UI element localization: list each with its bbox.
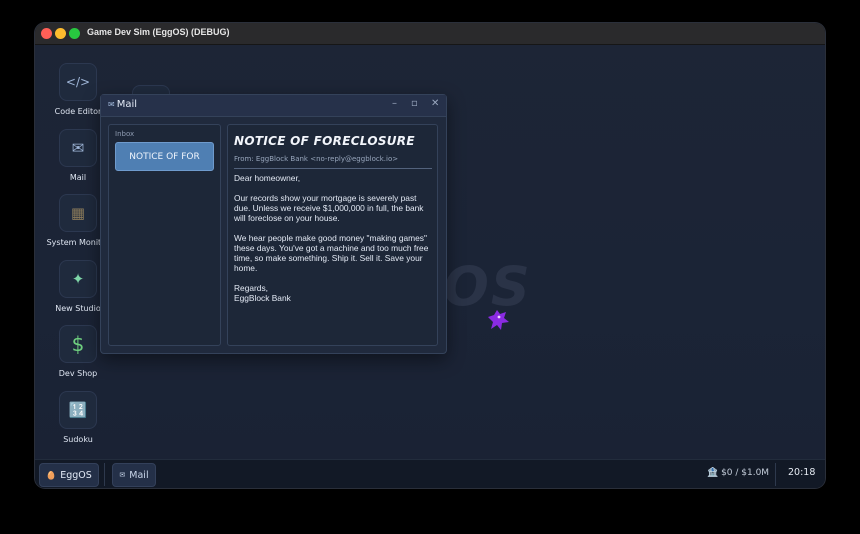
title-bar: Game Dev Sim (EggOS) (DEBUG) <box>35 23 825 45</box>
mail-window-title: ✉ Mail <box>108 99 137 110</box>
egg-icon: 🥚 <box>46 470 57 480</box>
purple-egg-creature-icon <box>488 310 509 330</box>
start-button[interactable]: 🥚 EggOS <box>39 463 99 487</box>
money-status: 🏦 $0 / $1.0M <box>707 468 770 478</box>
minimize-window-button[interactable] <box>55 28 66 39</box>
inbox-pane: Inbox NOTICE OF FOR <box>108 124 221 346</box>
message-paragraph: Our records show your mortgage is severe… <box>234 193 424 223</box>
mail-title-text: Mail <box>116 99 138 110</box>
start-label: EggOS <box>60 469 92 481</box>
envelope-icon: ✉ <box>59 129 97 167</box>
code-icon: </> <box>59 63 97 101</box>
divider <box>234 168 432 169</box>
message-greeting: Dear homeowner, <box>234 173 301 183</box>
envelope-icon: ✉ <box>119 471 126 479</box>
sparkle-icon: ✦ <box>59 260 97 298</box>
maximize-icon[interactable]: ▫ <box>411 98 418 109</box>
taskbar-app-label: Mail <box>129 469 149 481</box>
message-from: From: EggBlock Bank <no-reply@eggblock.i… <box>234 155 399 163</box>
dollar-icon: $ <box>59 325 97 363</box>
envelope-icon: ✉ <box>108 100 115 109</box>
taskbar: 🥚 EggOS ✉ Mail 🏦 $0 / $1.0M 20:18 <box>35 459 825 488</box>
message-reader: NOTICE OF FORECLOSURE From: EggBlock Ban… <box>227 124 438 346</box>
message-paragraph: We hear people make good money "making g… <box>234 233 429 273</box>
close-window-button[interactable] <box>41 28 52 39</box>
inbox-label: Inbox <box>115 130 135 138</box>
sudoku-icon: 🔢 <box>59 391 97 429</box>
window-title: Game Dev Sim (EggOS) (DEBUG) <box>87 27 230 37</box>
taskbar-divider <box>775 463 776 486</box>
desktop-icon-sudoku[interactable]: 🔢 Sudoku <box>38 391 118 444</box>
monitor-icon: ▦ <box>59 194 97 232</box>
taskbar-divider <box>104 463 105 486</box>
zoom-window-button[interactable] <box>69 28 80 39</box>
taskbar-app-mail[interactable]: ✉ Mail <box>112 463 156 487</box>
message-body: Dear homeowner, Our records show your mo… <box>234 173 434 303</box>
message-signoff: Regards, <box>234 283 268 293</box>
mail-window: ✉ Mail – ▫ ✕ Inbox NOTICE OF FOR NOTICE O… <box>100 94 447 354</box>
desktop-icon-label: Dev Shop <box>58 369 98 378</box>
minimize-icon[interactable]: – <box>392 98 397 109</box>
message-subject: NOTICE OF FORECLOSURE <box>234 134 415 148</box>
desktop: OS </> Code Editor ✉ Mail ▦ System Monit… <box>35 45 825 459</box>
inbox-message-item[interactable]: NOTICE OF FOR <box>115 142 214 171</box>
message-signature: EggBlock Bank <box>234 293 291 303</box>
mail-title-bar[interactable]: ✉ Mail – ▫ ✕ <box>101 95 446 117</box>
desktop-icon-label: Sudoku <box>63 435 93 444</box>
close-icon[interactable]: ✕ <box>431 98 439 109</box>
clock: 20:18 <box>788 467 816 478</box>
app-window: Game Dev Sim (EggOS) (DEBUG) OS </> Code… <box>35 23 825 488</box>
